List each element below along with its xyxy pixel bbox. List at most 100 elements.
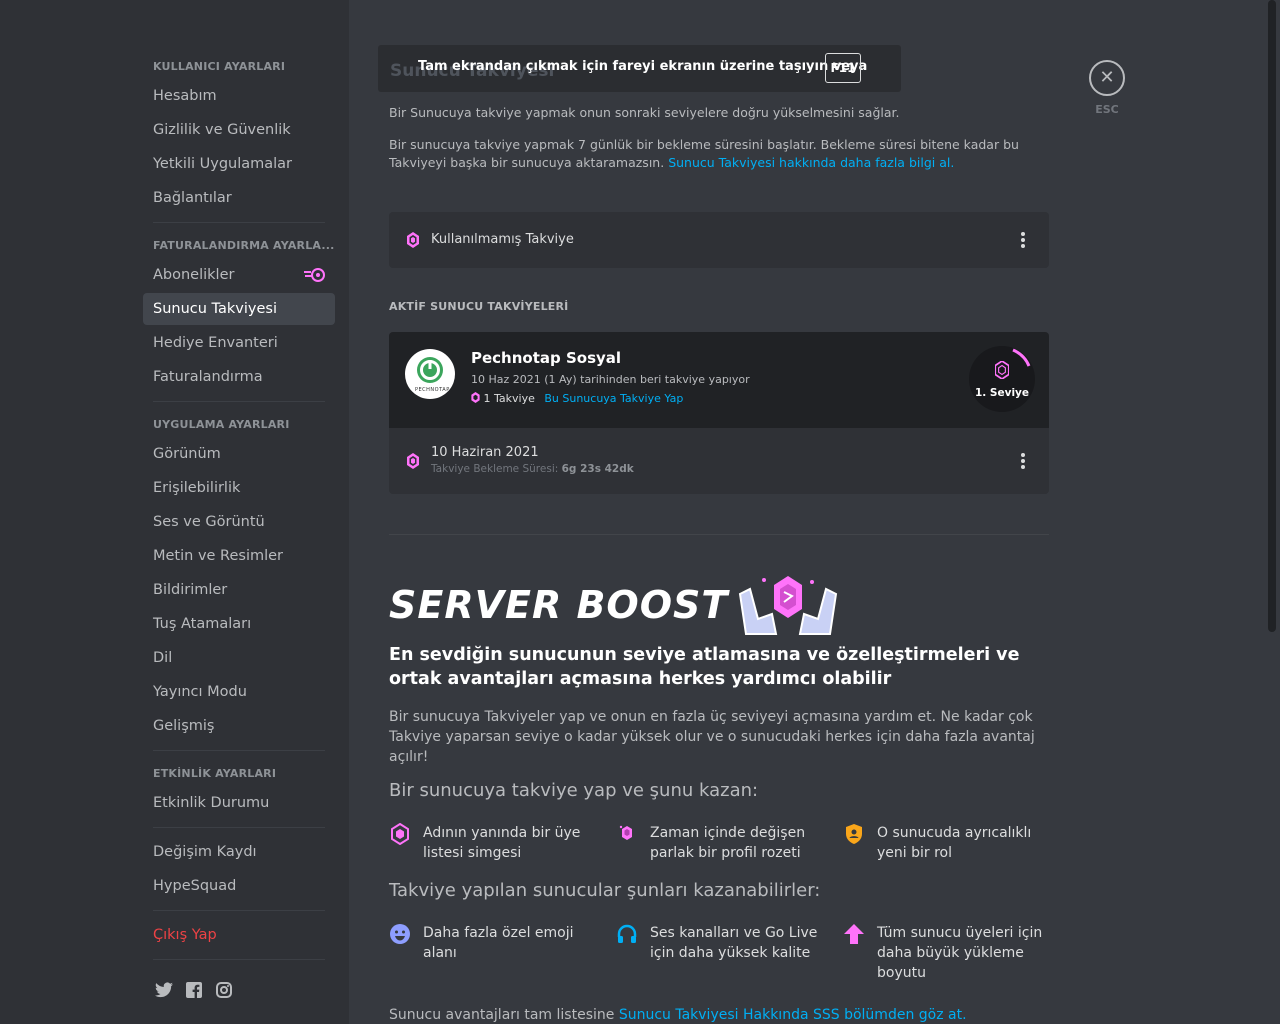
sidebar-item-label: Abonelikler <box>153 267 235 283</box>
fullscreen-toast-text: Tam ekrandan çıkmak için fareyi ekranın … <box>418 59 868 74</box>
sidebar-header-app-settings: UYGULAMA AYARLARI <box>153 418 290 431</box>
sidebar-item-notifications[interactable]: Bildirimler <box>143 574 335 606</box>
close-settings: ✕ ESC <box>1089 60 1125 116</box>
unused-boost-label: Kullanılmamış Takviye <box>431 232 574 247</box>
faq-paragraph: Sunucu avantajları tam listesine Sunucu … <box>389 1007 967 1023</box>
sidebar-divider <box>153 401 325 402</box>
boosting-since: 10 Haz 2021 (1 Ay) tarihinden beri takvi… <box>471 373 750 386</box>
section-divider <box>389 534 1049 535</box>
sidebar-item-accessibility[interactable]: Erişilebilirlik <box>143 472 335 504</box>
sidebar-list: KULLANICI AYARLARI Hesabım Gizlilik ve G… <box>143 52 335 1014</box>
sidebar-item-changelog[interactable]: Değişim Kaydı <box>143 836 335 868</box>
active-boosts-header: AKTİF SUNUCU TAKVİYELERİ <box>389 300 569 313</box>
cooldown-value: 6g 23s 42dk <box>561 463 634 475</box>
sidebar-item-subscriptions[interactable]: Abonelikler <box>143 259 335 291</box>
perk-text: Ses kanalları ve Go Live için daha yükse… <box>650 925 818 961</box>
promo-headline: En sevdiğin sunucunun seviye atlamasına … <box>389 645 1020 689</box>
fullscreen-toast: Sunucu Takviyesi Tam ekrandan çıkmak içi… <box>378 45 901 92</box>
boost-gem-icon <box>407 453 419 469</box>
esc-label: ESC <box>1095 103 1119 116</box>
sidebar-divider <box>153 222 325 223</box>
sidebar-item-activity-status[interactable]: Etkinlik Durumu <box>143 787 335 819</box>
social-links <box>143 968 335 1014</box>
perk-upload-size: Tüm sunucu üyeleri için daha büyük yükle… <box>844 923 1047 983</box>
boost-entry-date: 10 Haziran 2021 <box>431 445 539 460</box>
perk-text: Tüm sunucu üyeleri için daha büyük yükle… <box>877 925 1043 981</box>
boost-hands-illustration <box>738 576 838 635</box>
sidebar-item-text-images[interactable]: Metin ve Resimler <box>143 540 335 572</box>
sidebar-item-gift-inventory[interactable]: Hediye Envanteri <box>143 327 335 359</box>
perks-header-server-gets: Takviye yapılan sunucular şunları kazana… <box>389 880 821 901</box>
sidebar-item-privacy-safety[interactable]: Gizlilik ve Güvenlik <box>143 114 335 146</box>
server-level: 1. Seviye <box>974 387 1030 399</box>
cooldown-row: Takviye Bekleme Süresi: 6g 23s 42dk <box>431 463 634 475</box>
perk-text: Zaman içinde değişen parlak bir profil r… <box>650 825 806 861</box>
logout-button[interactable]: Çıkış Yap <box>143 919 335 951</box>
perk-profile-badge: Zaman içinde değişen parlak bir profil r… <box>619 823 830 863</box>
scrollbar-thumb[interactable] <box>1268 0 1276 632</box>
perk-emoji-slots: Daha fazla özel emoji alanı <box>390 923 603 963</box>
sidebar-header-user-settings: KULLANICI AYARLARI <box>153 60 286 73</box>
cooldown-label: Takviye Bekleme Süresi: <box>431 463 559 475</box>
perk-text: Adının yanında bir üye listesi simgesi <box>423 825 581 861</box>
sidebar-item-server-boost[interactable]: Sunucu Takviyesi <box>143 293 335 325</box>
boost-count-row: 1 Takviye Bu Sunucuya Takviye Yap <box>471 392 683 405</box>
badge-gem-icon <box>619 825 632 840</box>
shield-icon <box>846 824 862 844</box>
more-options-icon[interactable] <box>1021 453 1025 471</box>
sidebar-item-advanced[interactable]: Gelişmiş <box>143 710 335 742</box>
instagram-icon[interactable] <box>215 982 233 1000</box>
server-name[interactable]: Pechnotap Sosyal <box>471 349 621 367</box>
facebook-icon[interactable] <box>185 982 203 1000</box>
sidebar-divider <box>153 959 325 960</box>
boost-this-server-link[interactable]: Bu Sunucuya Takviye Yap <box>544 392 683 405</box>
perks-header-you-get: Bir sunucuya takviye yap ve şunu kazan: <box>389 780 759 801</box>
sidebar-divider <box>153 827 325 828</box>
faq-text: Sunucu avantajları tam listesine <box>389 1007 615 1023</box>
boost-gem-icon <box>391 823 409 845</box>
perk-exclusive-role: O sunucuda ayrıcalıklı yeni bir rol <box>846 823 1047 863</box>
perk-audio-quality: Ses kanalları ve Go Live için daha yükse… <box>617 923 820 963</box>
perk-member-list-icon: Adının yanında bir üye listesi simgesi <box>391 823 603 863</box>
sidebar-item-hypesquad[interactable]: HypeSquad <box>143 870 335 902</box>
learn-more-link[interactable]: Sunucu Takviyesi hakkında daha fazla bil… <box>668 155 954 170</box>
close-icon[interactable]: ✕ <box>1089 60 1125 96</box>
headphones-icon <box>617 924 637 943</box>
perk-text: Daha fazla özel emoji alanı <box>423 925 574 961</box>
perk-text: O sunucuda ayrıcalıklı yeni bir rol <box>877 825 1032 861</box>
sidebar-item-streamer-mode[interactable]: Yayıncı Modu <box>143 676 335 708</box>
sidebar-divider <box>153 910 325 911</box>
sidebar-item-connections[interactable]: Bağlantılar <box>143 182 335 214</box>
server-icon-text: PECHNOTAP <box>415 387 450 393</box>
boosted-server-card: PECHNOTAP Pechnotap Sosyal 10 Haz 2021 (… <box>389 332 1049 428</box>
faq-link[interactable]: Sunucu Takviyesi Hakkında SSS bölümden g… <box>619 1007 967 1023</box>
boost-count: 1 Takviye <box>483 392 535 405</box>
sidebar-item-language[interactable]: Dil <box>143 642 335 674</box>
sidebar-item-appearance[interactable]: Görünüm <box>143 438 335 470</box>
promo-description: Bir sunucuya Takviyeler yap ve onun en f… <box>389 709 1035 765</box>
boost-gem-icon <box>407 232 419 248</box>
server-level-badge: 1. Seviye <box>969 346 1035 412</box>
sidebar-header-billing: FATURALANDIRMA AYARLA... <box>153 239 335 252</box>
sidebar-header-activity: ETKİNLİK AYARLARI <box>153 767 277 780</box>
twitter-icon[interactable] <box>155 982 173 1000</box>
sidebar-item-voice-video[interactable]: Ses ve Görüntü <box>143 506 335 538</box>
server-icon: PECHNOTAP <box>405 349 455 399</box>
server-boost-title: SERVER BOOST <box>389 583 729 627</box>
sidebar-item-billing[interactable]: Faturalandırma <box>143 361 335 393</box>
sidebar-divider <box>153 750 325 751</box>
level-gem-icon <box>995 361 1009 379</box>
f11-key: F11 <box>825 53 861 83</box>
sidebar-item-my-account[interactable]: Hesabım <box>143 80 335 112</box>
upload-arrow-icon <box>844 924 864 944</box>
level-progress-ring <box>1012 348 1031 367</box>
settings-sidebar: KULLANICI AYARLARI Hesabım Gizlilik ve G… <box>0 0 349 1024</box>
more-options-icon[interactable] <box>1021 232 1025 250</box>
unused-boost-card: Kullanılmamış Takviye <box>389 212 1049 268</box>
boost-gem-icon <box>471 392 480 403</box>
boost-entry: 10 Haziran 2021 Takviye Bekleme Süresi: … <box>389 428 1049 494</box>
sidebar-item-keybinds[interactable]: Tuş Atamaları <box>143 608 335 640</box>
sidebar-item-authorized-apps[interactable]: Yetkili Uygulamalar <box>143 148 335 180</box>
nitro-icon <box>304 268 325 282</box>
intro-paragraph-1: Bir Sunucuya takviye yapmak onun sonraki… <box>389 105 900 120</box>
